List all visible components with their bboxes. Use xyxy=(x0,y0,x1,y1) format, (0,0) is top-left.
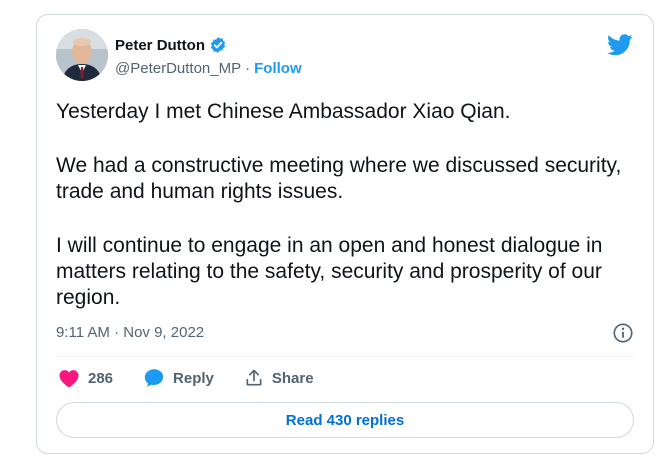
tweet-actions: 286 Reply Share xyxy=(58,367,344,389)
tweet-paragraph: I will continue to engage in an open and… xyxy=(56,234,603,309)
author-handle[interactable]: @PeterDutton_MP xyxy=(115,60,241,77)
share-icon xyxy=(244,368,264,388)
tweet-card: Peter Dutton @PeterDutton_MP · Follow Ye… xyxy=(36,14,654,454)
avatar[interactable] xyxy=(56,29,108,81)
like-button[interactable]: 286 xyxy=(58,368,113,388)
share-label: Share xyxy=(271,369,314,387)
reply-bubble-icon xyxy=(143,367,165,389)
tweet-timestamp[interactable]: 9:11 AM · Nov 9, 2022 xyxy=(56,324,204,341)
tweet-paragraph: Yesterday I met Chinese Ambassador Xiao … xyxy=(56,100,511,123)
heart-icon xyxy=(58,368,80,388)
author-name[interactable]: Peter Dutton xyxy=(115,37,205,54)
twitter-bird-icon[interactable] xyxy=(607,34,633,61)
divider xyxy=(56,356,634,357)
like-count: 286 xyxy=(88,369,114,387)
share-button[interactable]: Share xyxy=(244,368,314,388)
tweet-text: Yesterday I met Chinese Ambassador Xiao … xyxy=(56,99,646,339)
reply-button[interactable]: Reply xyxy=(143,367,214,389)
info-icon[interactable] xyxy=(612,322,634,349)
reply-label: Reply xyxy=(173,369,214,387)
verified-badge-icon xyxy=(209,36,227,54)
follow-button[interactable]: Follow xyxy=(254,60,302,77)
read-replies-label: Read 430 replies xyxy=(285,411,405,429)
tweet-paragraph: We had a constructive meeting where we d… xyxy=(56,154,622,203)
read-replies-button[interactable]: Read 430 replies xyxy=(56,402,634,438)
separator-dot: · xyxy=(245,60,251,77)
